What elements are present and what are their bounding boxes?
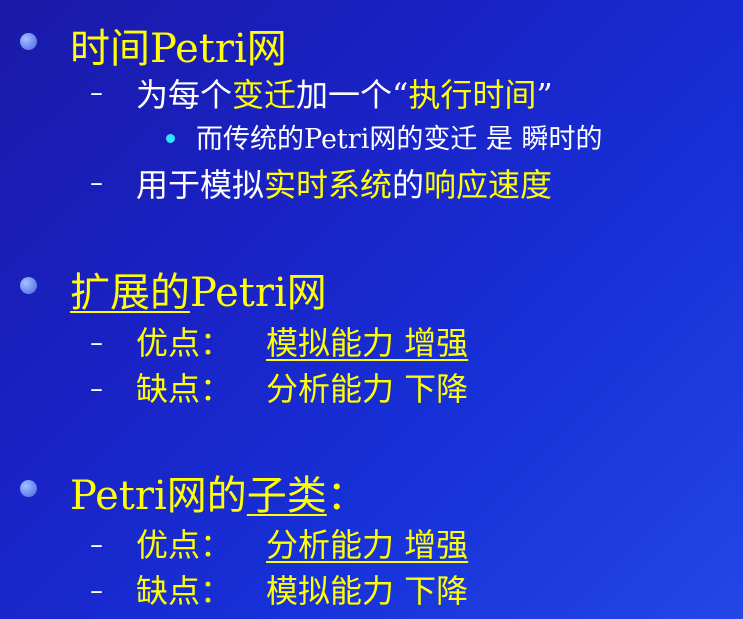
text: 而传统的Petri网的变迁 是 瞬时的	[196, 124, 603, 155]
heading-text-underlined: 扩展的	[70, 270, 190, 316]
section-heading-extended-petri-net: 扩展的Petri网	[70, 260, 327, 318]
section-heading-timed-petri-net: 时间Petri网	[70, 16, 287, 74]
text: 为每个	[136, 76, 233, 114]
heading-text: Petri网	[190, 270, 327, 316]
heading-text: Petri网的	[70, 473, 247, 519]
heading-colon: ：	[326, 473, 367, 519]
list-item-add-exec-time: 为每个变迁加一个“执行时间”	[136, 70, 553, 116]
heading-text: 时间Petri网	[70, 26, 287, 72]
bullet-dot-icon	[20, 277, 37, 294]
pro-value-text: 分析能力 增强	[266, 526, 469, 564]
heading-text-underlined: 子类	[246, 473, 327, 519]
bullet-dot-icon	[20, 33, 37, 50]
sub-bullet-icon	[166, 134, 175, 143]
con-label: 缺点：	[136, 572, 233, 610]
con-item: 缺点：	[136, 566, 232, 612]
con-value-text: 模拟能力 下降	[266, 572, 469, 610]
pro-item: 优点：	[136, 520, 232, 566]
dash-icon: –	[90, 530, 103, 560]
dash-icon: –	[90, 78, 103, 108]
text-highlight: 执行时间	[408, 76, 537, 114]
dash-icon: –	[90, 374, 103, 404]
con-item: 缺点：	[136, 364, 232, 410]
section-heading-petri-subclass: Petri网的子类：	[70, 463, 367, 521]
pro-item: 优点：	[136, 318, 232, 364]
text-highlight: 变迁	[232, 76, 297, 114]
pro-value: 模拟能力 增强	[266, 318, 468, 364]
text: 加一个“	[296, 76, 409, 114]
con-label: 缺点：	[136, 370, 233, 408]
con-value: 分析能力 下降	[266, 364, 468, 410]
text-highlight: 响应速度	[424, 166, 553, 204]
text: 的	[392, 166, 425, 204]
sub-item-traditional-petri: 而传统的Petri网的变迁 是 瞬时的	[196, 117, 603, 156]
pro-value: 分析能力 增强	[266, 520, 468, 566]
dash-icon: –	[90, 328, 103, 358]
pro-label: 优点：	[136, 526, 233, 564]
dash-icon: –	[90, 576, 103, 606]
pro-value-text: 模拟能力 增强	[266, 324, 469, 362]
pro-label: 优点：	[136, 324, 233, 362]
dash-icon: –	[90, 168, 103, 198]
text: 用于模拟	[136, 166, 265, 204]
text-highlight: 实时系统	[264, 166, 393, 204]
con-value-text: 分析能力 下降	[266, 370, 469, 408]
list-item-realtime-response: 用于模拟实时系统的响应速度	[136, 160, 552, 206]
con-value: 模拟能力 下降	[266, 566, 468, 612]
text: ”	[536, 76, 553, 114]
bullet-dot-icon	[20, 480, 37, 497]
